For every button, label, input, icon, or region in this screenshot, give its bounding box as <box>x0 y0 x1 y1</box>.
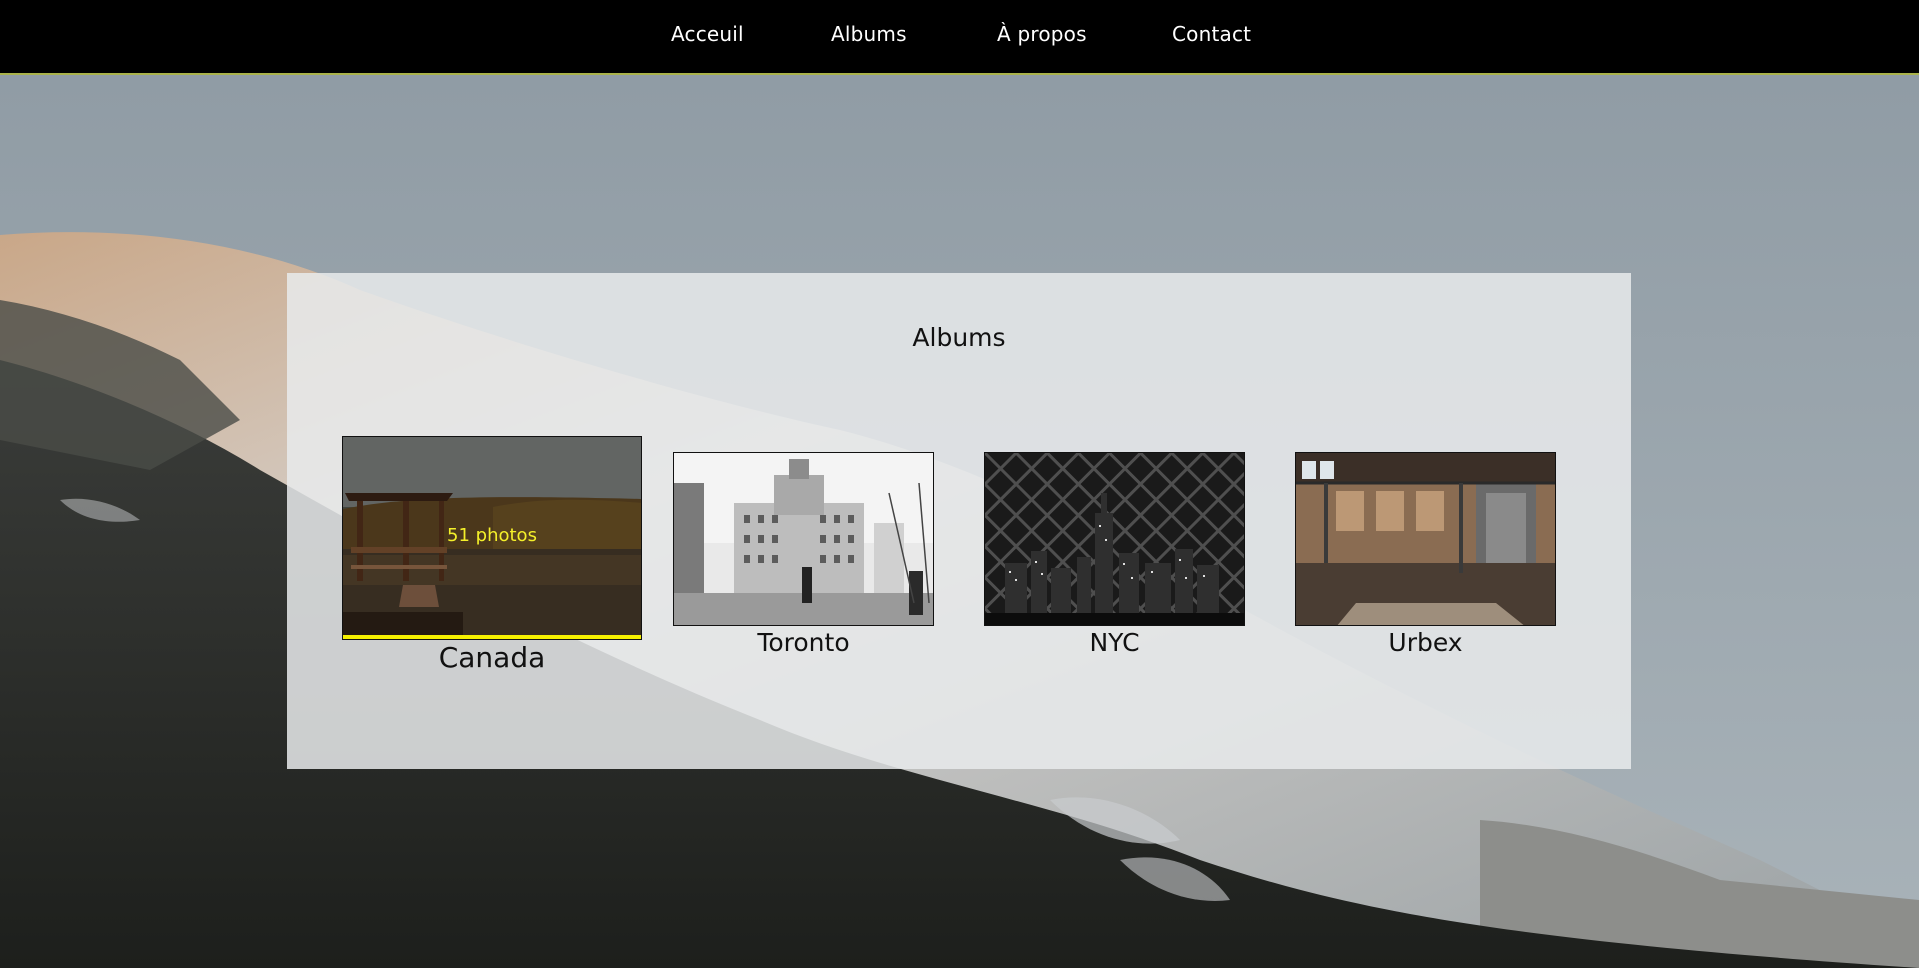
album-hover-overlay: 51 photos <box>343 437 641 639</box>
nyc-skyline-fence-image <box>985 453 1244 625</box>
album-thumbnail-nyc[interactable] <box>984 452 1245 626</box>
album-thumbnail-urbex[interactable] <box>1295 452 1556 626</box>
album-card-toronto[interactable]: Toronto <box>673 452 934 662</box>
nav-link-accueil[interactable]: Acceuil <box>671 22 744 46</box>
toronto-building-image <box>674 453 933 625</box>
album-title-urbex[interactable]: Urbex <box>1295 628 1556 657</box>
urbex-factory-image <box>1296 453 1555 625</box>
nav-link-albums[interactable]: Albums <box>831 22 907 46</box>
albums-panel: Albums 51 photos Canada Toronto NYC Urbe… <box>287 273 1631 769</box>
album-title-toronto[interactable]: Toronto <box>673 628 934 657</box>
album-title-nyc[interactable]: NYC <box>984 628 1245 657</box>
album-title-canada[interactable]: Canada <box>342 641 642 674</box>
albums-heading: Albums <box>912 323 1006 352</box>
album-card-canada[interactable]: 51 photos Canada <box>342 436 642 676</box>
album-card-nyc[interactable]: NYC <box>984 452 1245 662</box>
album-thumbnail-canada[interactable]: 51 photos <box>342 436 642 640</box>
top-navigation-bar: Acceuil Albums À propos Contact <box>0 0 1919 75</box>
album-card-urbex[interactable]: Urbex <box>1295 452 1556 662</box>
album-thumbnail-toronto[interactable] <box>673 452 934 626</box>
album-photo-count: 51 photos <box>447 525 537 546</box>
nav-link-a-propos[interactable]: À propos <box>997 22 1087 46</box>
album-hover-underline <box>343 635 641 639</box>
nav-link-contact[interactable]: Contact <box>1172 22 1251 46</box>
